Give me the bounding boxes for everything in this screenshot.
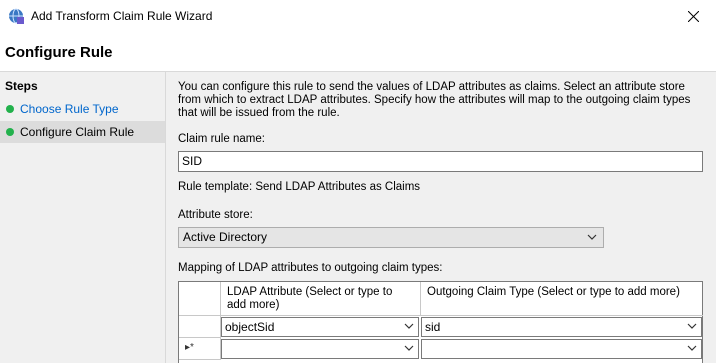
step-choose-rule-type[interactable]: Choose Rule Type bbox=[0, 98, 165, 120]
chevron-down-icon bbox=[687, 345, 697, 351]
claim-type-value: sid bbox=[425, 320, 441, 334]
new-row-icon: ▸* bbox=[185, 342, 194, 353]
step-label: Configure Claim Rule bbox=[20, 125, 135, 139]
column-header-ldap[interactable]: LDAP Attribute (Select or type to add mo… bbox=[221, 282, 421, 316]
chevron-down-icon bbox=[687, 323, 697, 329]
row-header[interactable] bbox=[179, 316, 221, 338]
steps-panel: Steps Choose Rule Type Configure Claim R… bbox=[0, 72, 166, 363]
wizard-icon bbox=[9, 8, 24, 24]
chevron-down-icon bbox=[404, 323, 414, 329]
ldap-attribute-cell[interactable]: objectSid bbox=[221, 317, 419, 337]
page-title: Configure Rule bbox=[5, 44, 113, 61]
chevron-down-icon bbox=[404, 345, 414, 351]
steps-heading: Steps bbox=[5, 79, 38, 93]
grid-corner bbox=[179, 282, 221, 316]
rule-template-text: Rule template: Send LDAP Attributes as C… bbox=[178, 181, 421, 193]
mapping-label: Mapping of LDAP attributes to outgoing c… bbox=[178, 262, 443, 274]
claim-type-cell-new[interactable] bbox=[421, 339, 702, 359]
chevron-down-icon bbox=[587, 234, 597, 240]
close-button[interactable] bbox=[670, 0, 716, 32]
step-label[interactable]: Choose Rule Type bbox=[20, 102, 119, 116]
title-bar: Add Transform Claim Rule Wizard bbox=[0, 0, 716, 32]
mapping-grid: LDAP Attribute (Select or type to add mo… bbox=[178, 281, 703, 363]
step-status-icon bbox=[6, 128, 14, 136]
intro-text: You can configure this rule to send the … bbox=[178, 81, 691, 119]
step-configure-claim-rule[interactable]: Configure Claim Rule bbox=[0, 121, 165, 143]
claim-rule-name-label: Claim rule name: bbox=[178, 133, 265, 145]
page-header: Configure Rule bbox=[0, 32, 716, 72]
attribute-store-value: Active Directory bbox=[183, 230, 268, 244]
column-header-claim-type[interactable]: Outgoing Claim Type (Select or type to a… bbox=[421, 282, 703, 316]
close-icon bbox=[687, 10, 699, 22]
attribute-store-label: Attribute store: bbox=[178, 209, 253, 221]
ldap-attribute-cell-new[interactable] bbox=[221, 339, 419, 359]
step-status-icon bbox=[6, 105, 14, 113]
attribute-store-select[interactable]: Active Directory bbox=[178, 227, 604, 248]
new-row-header[interactable]: ▸* bbox=[179, 338, 221, 360]
claim-rule-name-input[interactable]: SID bbox=[178, 151, 703, 172]
main-panel: You can configure this rule to send the … bbox=[166, 72, 716, 363]
claim-type-cell[interactable]: sid bbox=[421, 317, 702, 337]
window-title: Add Transform Claim Rule Wizard bbox=[31, 9, 213, 23]
ldap-attribute-value: objectSid bbox=[225, 320, 275, 334]
